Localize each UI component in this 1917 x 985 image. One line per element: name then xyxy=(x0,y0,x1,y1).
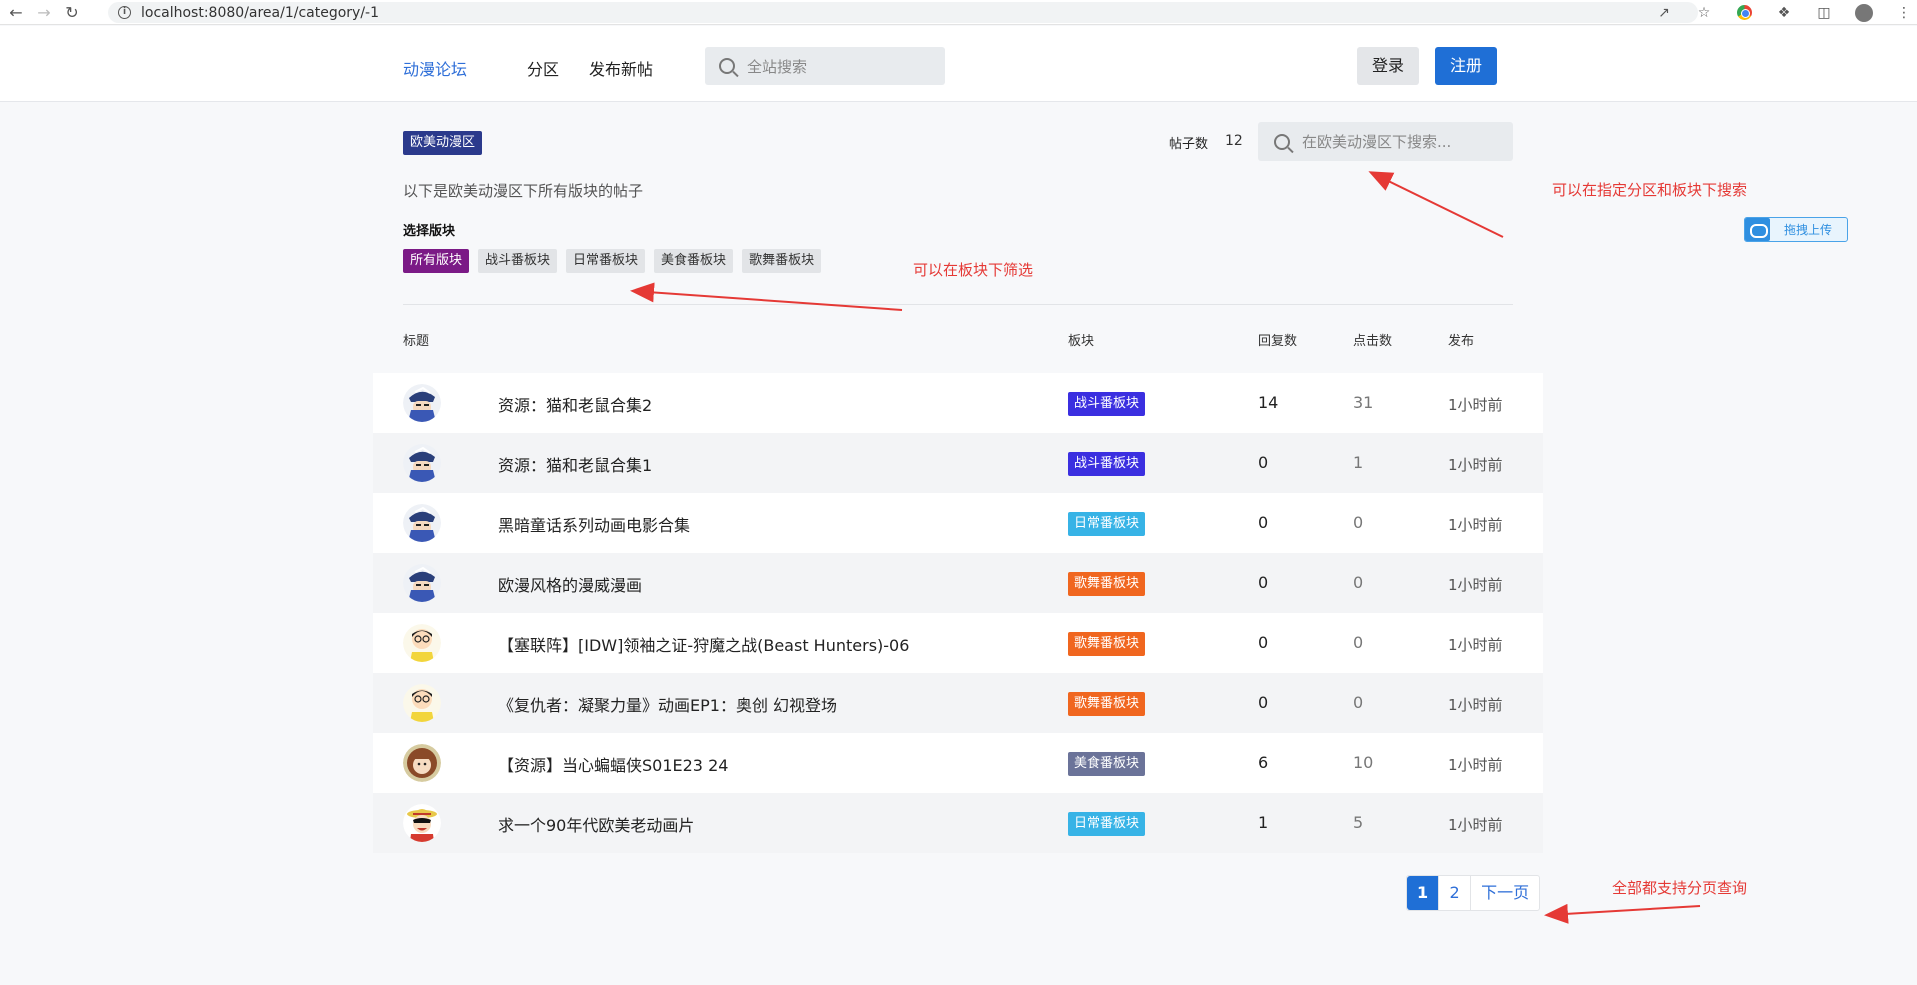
drag-upload-button[interactable]: 拖拽上传 xyxy=(1744,217,1848,242)
drag-upload-label: 拖拽上传 xyxy=(1784,223,1833,237)
arrow-to-category-filter xyxy=(630,282,903,311)
annotation-arrows xyxy=(630,171,1701,924)
cloud-upload-icon xyxy=(1745,218,1770,241)
arrow-to-pagination xyxy=(1544,903,1701,924)
arrow-to-area-search xyxy=(1368,171,1504,238)
